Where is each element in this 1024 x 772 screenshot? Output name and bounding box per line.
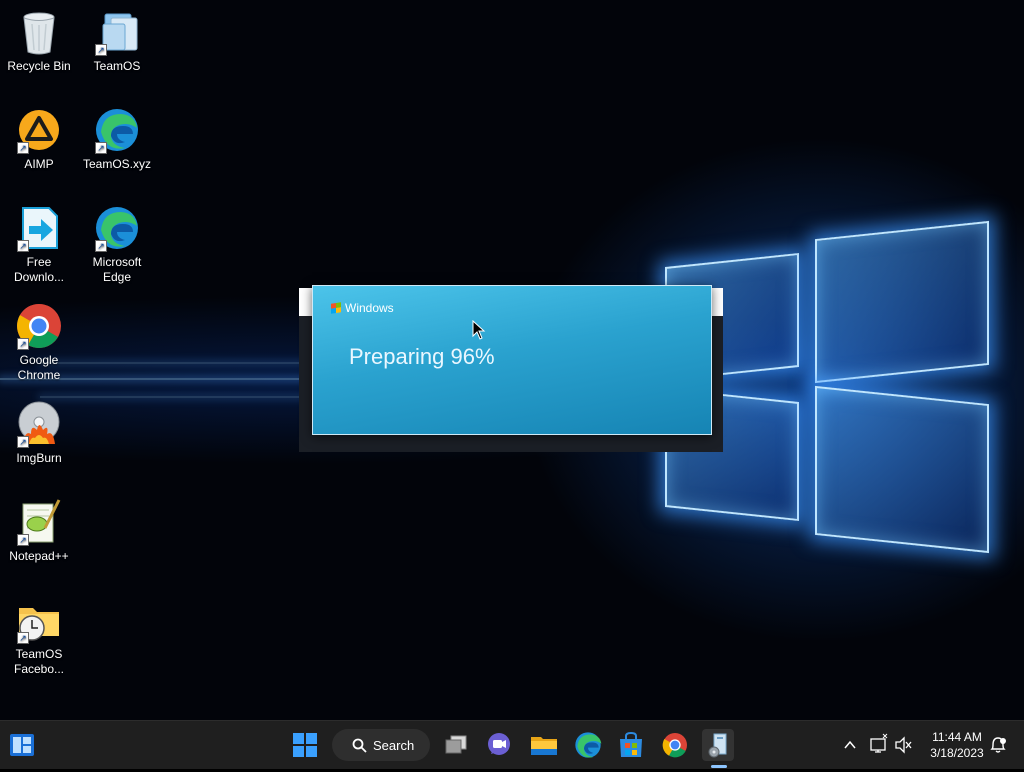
notification-bell-icon bbox=[990, 737, 1006, 753]
desktop-icon-teamos[interactable]: ↗ TeamOS bbox=[79, 8, 155, 74]
store-button[interactable] bbox=[615, 729, 647, 761]
shortcut-arrow-icon: ↗ bbox=[17, 142, 29, 154]
shortcut-arrow-icon: ↗ bbox=[95, 142, 107, 154]
shortcut-arrow-icon: ↗ bbox=[17, 240, 29, 252]
taskbar-clock[interactable]: 11:44 AM 3/18/2023 bbox=[918, 729, 996, 761]
taskbar-search-button[interactable]: Search bbox=[332, 729, 430, 761]
desktop-icon-aimp[interactable]: ↗ AIMP bbox=[1, 106, 77, 172]
desktop-icon-teamos-facebook[interactable]: ↗ TeamOS Facebo... bbox=[1, 596, 77, 677]
desktop-icon-imgburn[interactable]: ↗ ImgBurn bbox=[1, 400, 77, 466]
chrome-icon bbox=[662, 733, 687, 758]
desktop: Recycle Bin ↗ TeamOS ↗ AIMP ↗ TeamOS.xyz… bbox=[0, 0, 1024, 720]
desktop-icon-label: Recycle Bin bbox=[7, 59, 71, 73]
desktop-icon-teamos-xyz[interactable]: ↗ TeamOS.xyz bbox=[79, 106, 155, 172]
mouse-cursor-icon bbox=[472, 320, 486, 340]
shortcut-arrow-icon: ↗ bbox=[17, 436, 29, 448]
search-label: Search bbox=[373, 737, 415, 753]
chat-button[interactable] bbox=[483, 729, 515, 761]
setup-brand-label: Windows bbox=[345, 301, 394, 315]
desktop-icon-label: TeamOS.xyz bbox=[82, 157, 151, 171]
volume-button[interactable] bbox=[894, 721, 914, 769]
desktop-icon-free-download[interactable]: ↗ Free Downlo... bbox=[1, 204, 77, 285]
setup-app-button[interactable] bbox=[702, 729, 734, 761]
edge-icon: ↗ bbox=[93, 106, 141, 154]
notepadpp-icon: ↗ bbox=[15, 498, 63, 546]
desktop-icon-label: TeamOS Facebo... bbox=[13, 647, 65, 676]
setup-icon bbox=[708, 733, 727, 758]
notifications-button[interactable] bbox=[988, 721, 1008, 769]
desktop-icon-recycle-bin[interactable]: Recycle Bin bbox=[1, 8, 77, 74]
widgets-button[interactable] bbox=[6, 729, 38, 761]
task-view-button[interactable] bbox=[440, 729, 472, 761]
setup-brand: Windows bbox=[331, 301, 394, 315]
desktop-icon-label: ImgBurn bbox=[16, 451, 62, 465]
taskbar: Search 11:44 AM 3/18/2023 bbox=[0, 720, 1024, 769]
chat-icon bbox=[488, 733, 510, 755]
free-download-icon: ↗ bbox=[15, 204, 63, 252]
recycle-bin-icon bbox=[15, 8, 63, 56]
start-button[interactable] bbox=[289, 729, 321, 761]
folder-clock-icon: ↗ bbox=[15, 596, 63, 644]
teamos-icon: ↗ bbox=[93, 8, 141, 56]
desktop-icon-label: Free Downlo... bbox=[13, 255, 65, 284]
aimp-icon: ↗ bbox=[15, 106, 63, 154]
edge-icon bbox=[575, 732, 602, 758]
desktop-icon-label: AIMP bbox=[24, 157, 54, 171]
network-button[interactable] bbox=[869, 721, 889, 769]
chevron-up-icon bbox=[844, 740, 856, 749]
edge-icon: ↗ bbox=[93, 204, 141, 252]
desktop-icon-label: Notepad++ bbox=[9, 549, 69, 563]
volume-muted-icon bbox=[895, 736, 912, 754]
search-icon bbox=[352, 738, 367, 753]
desktop-icon-notepadpp[interactable]: ↗ Notepad++ bbox=[1, 498, 77, 564]
desktop-icon-label: TeamOS bbox=[93, 59, 141, 73]
edge-button[interactable] bbox=[572, 729, 604, 761]
tray-overflow-button[interactable] bbox=[842, 721, 858, 769]
chrome-button[interactable] bbox=[659, 729, 691, 761]
chrome-icon: ↗ bbox=[15, 302, 63, 350]
shortcut-arrow-icon: ↗ bbox=[95, 240, 107, 252]
store-icon bbox=[620, 731, 642, 757]
shortcut-arrow-icon: ↗ bbox=[17, 632, 29, 644]
desktop-icon-label: Google Chrome bbox=[17, 353, 61, 382]
desktop-icon-label: Microsoft Edge bbox=[92, 255, 142, 284]
clock-date: 3/18/2023 bbox=[930, 746, 984, 760]
shortcut-arrow-icon: ↗ bbox=[17, 534, 29, 546]
start-icon bbox=[293, 733, 317, 757]
imgburn-icon: ↗ bbox=[15, 400, 63, 448]
windows-flag-icon bbox=[331, 302, 341, 314]
file-explorer-button[interactable] bbox=[528, 729, 560, 761]
desktop-icon-microsoft-edge[interactable]: ↗ Microsoft Edge bbox=[79, 204, 155, 285]
clock-time: 11:44 AM bbox=[932, 730, 982, 744]
shortcut-arrow-icon: ↗ bbox=[95, 44, 107, 56]
task-view-icon bbox=[445, 735, 467, 754]
widgets-icon bbox=[10, 734, 34, 756]
setup-status-text: Preparing 96% bbox=[349, 344, 495, 369]
shortcut-arrow-icon: ↗ bbox=[17, 338, 29, 350]
desktop-icon-google-chrome[interactable]: ↗ Google Chrome bbox=[1, 302, 77, 383]
network-icon bbox=[870, 733, 888, 753]
windows-setup-dialog: Windows Preparing 96% bbox=[312, 285, 712, 435]
file-explorer-icon bbox=[531, 737, 557, 755]
